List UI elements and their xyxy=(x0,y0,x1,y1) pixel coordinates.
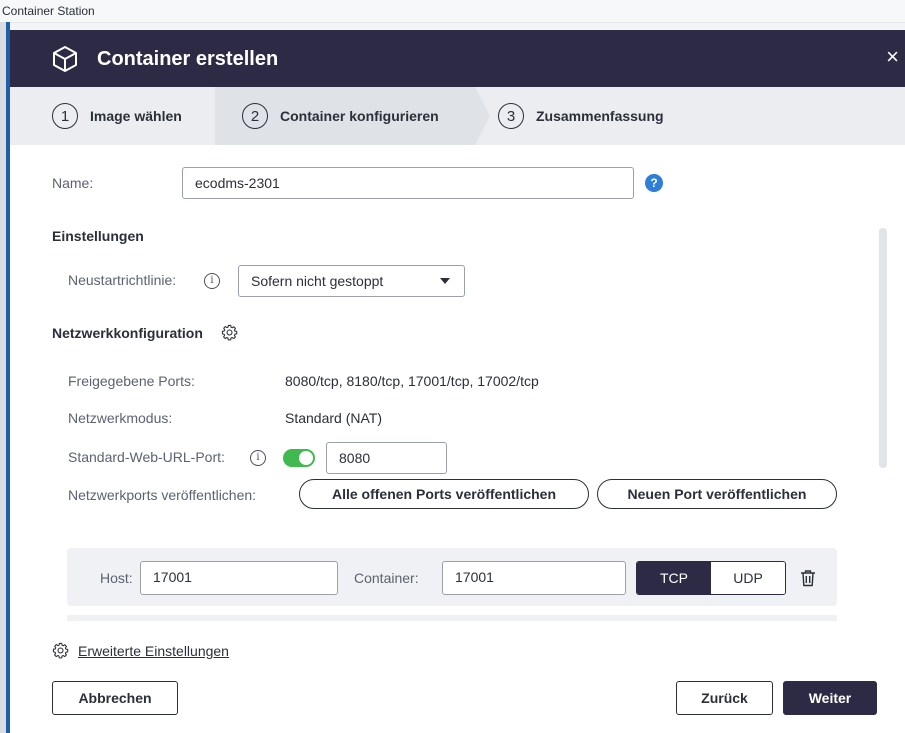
protocol-udp-option[interactable]: UDP xyxy=(711,562,785,594)
help-icon[interactable]: ? xyxy=(645,174,663,192)
step-label: Zusammenfassung xyxy=(536,108,664,124)
step-number: 1 xyxy=(52,103,78,129)
protocol-toggle: TCP UDP xyxy=(636,561,786,595)
name-input[interactable]: ecodms-2301 xyxy=(182,167,634,199)
published-ports-label: Freigegebene Ports: xyxy=(68,373,195,389)
publish-ports-label: Netzwerkports veröffentlichen: xyxy=(68,487,257,503)
info-icon[interactable]: i xyxy=(204,273,220,289)
publish-new-port-button[interactable]: Neuen Port veröffentlichen xyxy=(597,479,837,509)
network-section-title: Netzwerkkonfiguration xyxy=(52,325,203,341)
back-button[interactable]: Zurück xyxy=(676,681,773,715)
create-container-dialog: Container erstellen × 1 Image wählen 2 C… xyxy=(10,30,905,733)
cancel-button[interactable]: Abbrechen xyxy=(52,681,178,715)
step-number: 3 xyxy=(498,103,524,129)
network-mode-label: Netzwerkmodus: xyxy=(68,410,173,426)
gear-icon xyxy=(52,642,69,659)
advanced-settings-link[interactable]: Erweiterte Einstellungen xyxy=(78,643,229,659)
restart-policy-label: Neustartrichtlinie: xyxy=(68,272,177,288)
app-title: Container Station xyxy=(2,4,95,18)
trash-icon[interactable] xyxy=(800,569,816,587)
container-port-input[interactable]: 17001 xyxy=(442,561,626,595)
published-ports-value: 8080/tcp, 8180/tcp, 17001/tcp, 17002/tcp xyxy=(285,373,539,389)
next-button[interactable]: Weiter xyxy=(783,681,877,715)
chevron-down-icon xyxy=(440,278,450,284)
network-mode-value: Standard (NAT) xyxy=(285,410,382,426)
step-separator-icon xyxy=(200,87,215,145)
container-cube-icon xyxy=(53,46,77,72)
info-icon[interactable]: i xyxy=(250,450,266,466)
dialog-title: Container erstellen xyxy=(97,48,279,70)
web-url-port-label: Standard-Web-URL-Port: xyxy=(68,449,225,465)
port-mapping-row-next xyxy=(67,615,837,621)
step-label: Image wählen xyxy=(90,108,182,124)
settings-section-title: Einstellungen xyxy=(52,228,144,244)
web-url-port-input[interactable]: 8080 xyxy=(326,442,447,474)
container-label: Container: xyxy=(354,570,419,586)
restart-policy-value: Sofern nicht gestoppt xyxy=(251,273,384,289)
app-titlebar: Container Station xyxy=(0,0,905,23)
wizard-stepper: 1 Image wählen 2 Container konfigurieren… xyxy=(10,87,905,145)
step-label: Container konfigurieren xyxy=(280,108,439,124)
step-zusammenfassung[interactable]: 3 Zusammenfassung xyxy=(498,87,664,145)
web-url-port-toggle[interactable] xyxy=(283,449,315,467)
step-separator-icon xyxy=(475,87,490,145)
background-window-edge xyxy=(0,22,10,733)
scrollbar[interactable] xyxy=(879,228,887,468)
close-icon[interactable]: × xyxy=(886,44,899,70)
gear-icon[interactable] xyxy=(221,324,238,341)
step-number: 2 xyxy=(242,103,268,129)
dialog-header: Container erstellen × xyxy=(10,30,905,87)
restart-policy-select[interactable]: Sofern nicht gestoppt xyxy=(238,265,465,297)
step-container-konfigurieren[interactable]: 2 Container konfigurieren xyxy=(242,87,439,145)
publish-all-ports-button[interactable]: Alle offenen Ports veröffentlichen xyxy=(299,479,589,509)
name-label: Name: xyxy=(52,175,94,191)
host-port-input[interactable]: 17001 xyxy=(140,561,338,595)
step-image-waehlen[interactable]: 1 Image wählen xyxy=(52,87,182,145)
host-label: Host: xyxy=(100,570,133,586)
protocol-tcp-option[interactable]: TCP xyxy=(637,562,711,594)
